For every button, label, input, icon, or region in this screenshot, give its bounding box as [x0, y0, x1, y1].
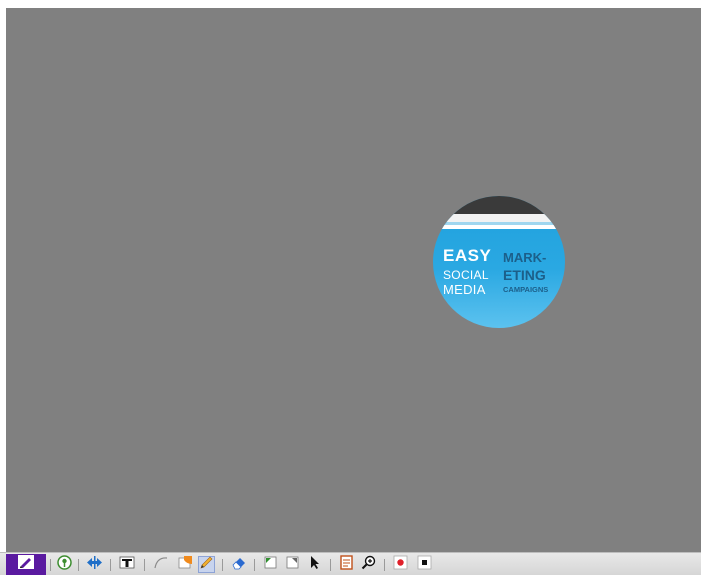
spotlight-stripe — [433, 225, 565, 229]
pencil-tool-button[interactable] — [198, 556, 215, 573]
spotlight-circle[interactable]: EASY SOCIAL MEDIA MARK- ETING CAMPAIGNS — [433, 196, 565, 328]
shape-icon — [177, 555, 193, 575]
pencil-icon — [199, 555, 214, 575]
toolbar-separator — [110, 559, 111, 571]
zoom-button[interactable] — [360, 555, 377, 575]
toolbar-separator — [144, 559, 145, 571]
presentation-toolbar — [0, 552, 701, 575]
record-button[interactable] — [392, 555, 409, 575]
spotlight-text-social: SOCIAL — [443, 268, 489, 282]
spotlight-text-eting: ETING — [503, 267, 546, 283]
spotlight-text-mark: MARK- — [503, 250, 547, 265]
undo-button[interactable] — [262, 556, 279, 573]
add-slide-button[interactable] — [56, 554, 73, 575]
navigate-icon — [86, 555, 103, 575]
pen-menu-button[interactable] — [6, 554, 46, 575]
redo-button[interactable] — [284, 556, 301, 573]
undo-icon — [263, 555, 278, 575]
spotlight-text-campaigns: CAMPAIGNS — [503, 285, 549, 294]
presentation-screen: EASY SOCIAL MEDIA MARK- ETING CAMPAIGNS — [0, 0, 701, 575]
stop-icon — [417, 555, 432, 575]
text-tool-button[interactable] — [118, 556, 135, 573]
zoom-icon — [361, 555, 376, 575]
stop-button[interactable] — [416, 555, 433, 575]
toolbar-separator — [78, 559, 79, 571]
shape-tool-button[interactable] — [176, 555, 193, 575]
add-slide-icon — [57, 554, 72, 575]
pointer-tool-button[interactable] — [306, 555, 323, 575]
slide-canvas[interactable]: EASY SOCIAL MEDIA MARK- ETING CAMPAIGNS — [6, 8, 701, 552]
notes-button[interactable] — [338, 554, 355, 575]
toolbar-separator — [384, 559, 385, 571]
curve-tool-button[interactable] — [152, 556, 169, 573]
spotlight-stripe — [433, 214, 565, 222]
redo-icon — [285, 555, 300, 575]
eraser-icon — [231, 555, 247, 575]
spotlight-text-easy: EASY — [443, 246, 492, 265]
pointer-icon — [307, 555, 322, 575]
curve-icon — [153, 555, 169, 575]
toolbar-separator — [222, 559, 223, 571]
toolbar-separator — [330, 559, 331, 571]
navigate-button[interactable] — [86, 555, 103, 575]
text-icon — [119, 555, 135, 575]
spotlight-text-media: MEDIA — [443, 282, 486, 297]
record-icon — [393, 555, 408, 575]
toolbar-separator — [254, 559, 255, 571]
spotlight-dark-band — [433, 196, 565, 214]
toolbar-separator — [50, 559, 51, 571]
notes-icon — [339, 554, 354, 575]
eraser-tool-button[interactable] — [230, 556, 247, 573]
pen-menu-icon — [17, 554, 35, 575]
